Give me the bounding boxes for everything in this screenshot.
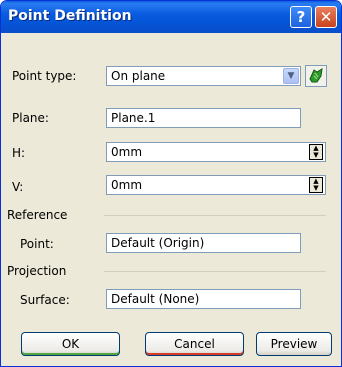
reference-point-label: Point: [20,237,54,251]
projection-surface-field[interactable]: Default (None) [106,289,301,309]
title-bar[interactable]: Point Definition ? ✕ [1,1,341,33]
v-value: 0mm [111,178,143,192]
point-definition-dialog: Point Definition ? ✕ Point type: On plan… [0,0,342,367]
spin-down-icon[interactable]: ▼ [310,152,322,159]
reference-point-value: Default (Origin) [111,236,205,250]
point-pick-icon[interactable] [305,65,327,87]
h-value: 0mm [111,145,143,159]
chevron-down-icon[interactable]: ▼ [283,68,299,84]
projection-group-title: Projection [7,264,67,278]
projection-divider [104,271,326,272]
point-type-value: On plane [111,69,166,83]
help-button[interactable]: ? [290,6,312,28]
ok-button[interactable]: OK [21,332,120,356]
spin-down-icon[interactable]: ▼ [310,185,322,192]
v-spinner[interactable]: ▲ ▼ [309,177,323,193]
help-icon: ? [296,8,306,26]
reference-divider [104,215,326,216]
h-spinner[interactable]: ▲ ▼ [309,144,323,160]
reference-point-field[interactable]: Default (Origin) [106,233,301,253]
point-type-select[interactable]: On plane ▼ [106,66,301,86]
plane-value: Plane.1 [111,111,156,125]
projection-surface-value: Default (None) [111,292,200,306]
plane-field[interactable]: Plane.1 [106,108,301,128]
v-input[interactable]: 0mm [106,175,326,195]
cancel-button[interactable]: Cancel [145,332,244,356]
projection-surface-label: Surface: [20,293,70,307]
h-input[interactable]: 0mm [106,142,326,162]
close-button[interactable]: ✕ [315,6,337,28]
close-icon: ✕ [319,8,333,26]
v-label: V: [12,180,24,194]
point-type-label: Point type: [12,69,77,83]
h-label: H: [12,146,26,160]
preview-button[interactable]: Preview [256,332,332,356]
plane-label: Plane: [12,111,49,125]
window-title: Point Definition [8,8,132,24]
reference-group-title: Reference [7,208,68,222]
